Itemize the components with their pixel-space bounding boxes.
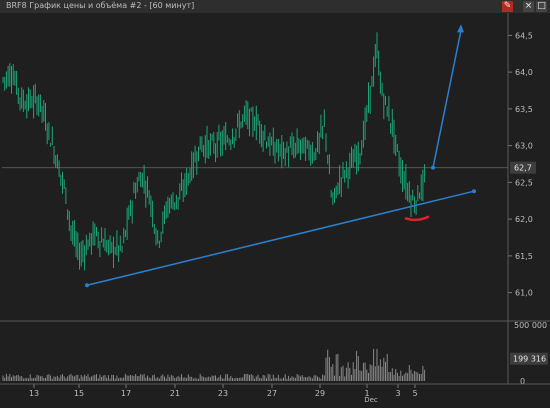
maximize-icon[interactable]: □: [536, 1, 547, 12]
trendline-anchor-end: [472, 189, 476, 194]
price-tick-label: 61,5: [515, 252, 533, 261]
x-tick-label: 27: [267, 389, 277, 398]
x-tick-label: 3: [395, 389, 400, 398]
x-month-label: Dec: [364, 396, 378, 404]
price-tick-label: 64,0: [515, 68, 533, 77]
x-tick-label: 15: [74, 389, 84, 398]
price-tick-label: 63,5: [515, 105, 533, 114]
price-volume-chart[interactable]: 64,5 64,0 63,5 63,0 62,5 62,0 61,5 61,0 62,7 500…: [0, 13, 550, 404]
close-icon[interactable]: ×: [523, 1, 534, 12]
x-tick-label: 13: [29, 389, 39, 398]
x-tick-label: 21: [170, 389, 180, 398]
window-title: BRF8 График цены и объёма #2 - [60 минут…: [6, 1, 195, 10]
price-tick-label: 62,0: [515, 215, 533, 224]
current-price-label: 62,7: [514, 164, 532, 173]
volume-tick-label: 0: [520, 377, 525, 386]
price-tick-label: 61,0: [515, 289, 533, 298]
trendline-anchor-start: [85, 283, 89, 288]
volume-tick-label: 500 000: [514, 321, 547, 330]
chart-frame: 64,5 64,0 63,5 63,0 62,5 62,0 61,5 61,0 62,7 500…: [0, 13, 550, 404]
price-tick-label: 64,5: [515, 31, 533, 40]
pencil-icon[interactable]: ✎: [502, 1, 513, 12]
price-tick-label: 62,5: [515, 178, 533, 187]
x-tick-label: 5: [412, 389, 417, 398]
x-tick-label: 23: [218, 389, 228, 398]
x-tick-label: 17: [121, 389, 131, 398]
window-titlebar: BRF8 График цены и объёма #2 - [60 минут…: [0, 0, 550, 14]
x-tick-label: 29: [315, 389, 325, 398]
price-tick-label: 63,0: [515, 142, 533, 151]
projection-arrow-start: [431, 165, 435, 170]
volume-last-label: 199 316: [513, 355, 546, 364]
